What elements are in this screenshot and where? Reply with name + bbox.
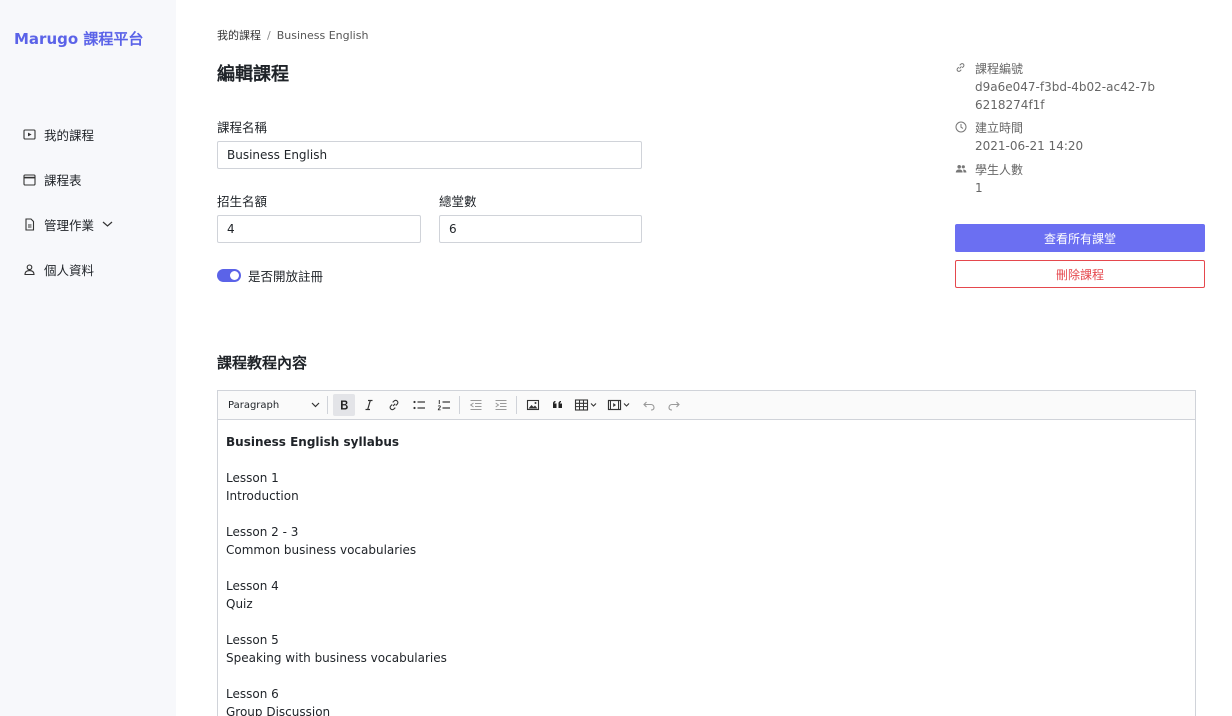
outdent-button[interactable] [465, 394, 487, 416]
brand-logo[interactable]: Marugo 課程平台 [14, 28, 143, 49]
registration-toggle-label: 是否開放註冊 [248, 269, 324, 284]
bold-button[interactable] [332, 394, 355, 416]
sidebar-nav: 我的課程 課程表 管理作業 個人資料 [22, 123, 172, 303]
paragraph-format-value: Paragraph [228, 399, 280, 411]
indent-button[interactable] [490, 394, 512, 416]
sidebar-item-manage-assignments[interactable]: 管理作業 [22, 213, 172, 235]
breadcrumb: 我的課程 / Business English [217, 27, 368, 43]
insert-table-button[interactable] [572, 394, 602, 416]
editor-content[interactable]: Business English syllabus Lesson 1 Introdu… [218, 420, 1195, 716]
indent-icon [494, 400, 506, 410]
main-content: 我的課程 / Business English 編輯課程 課程名稱 招生名額 總堂數… [176, 0, 1232, 716]
insert-media-button[interactable] [605, 394, 635, 416]
editor-blank-line [226, 613, 1187, 631]
editor-paragraph: Common business vocabularies [226, 543, 417, 557]
numbered-list-icon [437, 400, 450, 411]
editor-toolbar: Paragraph [218, 391, 1195, 420]
users-icon [955, 161, 975, 197]
link-icon [389, 399, 398, 411]
editor-blank-line [226, 667, 1187, 685]
sidebar-item-profile[interactable]: 個人資料 [22, 258, 172, 280]
sessions-input[interactable] [439, 215, 642, 243]
sidebar-item-schedule[interactable]: 課程表 [22, 168, 172, 190]
created-time-block: 建立時間 2021-06-21 14:20 [955, 119, 1185, 155]
page-title: 編輯課程 [217, 64, 289, 85]
registration-toggle-row[interactable]: 是否開放註冊 [217, 266, 323, 285]
sessions-label: 總堂數 [439, 194, 477, 209]
sidebar-item-label: 個人資料 [44, 262, 95, 278]
chevron-down-icon [102, 220, 113, 228]
content-section-title: 課程教程內容 [217, 354, 308, 372]
play-square-icon [22, 127, 36, 141]
italic-icon [365, 399, 372, 411]
insert-image-button[interactable] [522, 394, 544, 416]
user-icon [22, 262, 36, 276]
editor-blank-line [226, 451, 1187, 469]
image-icon [526, 399, 539, 411]
toolbar-divider [459, 396, 460, 414]
course-id-label: 課程編號 [975, 62, 1024, 76]
quota-label: 招生名額 [217, 194, 268, 209]
student-count-label: 學生人數 [975, 163, 1024, 177]
student-count-value: 1 [975, 181, 983, 195]
sidebar-item-label: 我的課程 [44, 127, 95, 143]
editor-paragraph: Lesson 5 [226, 633, 279, 647]
quote-icon [552, 401, 562, 408]
toolbar-divider [327, 396, 328, 414]
delete-course-button[interactable]: 刪除課程 [955, 260, 1205, 288]
editor-paragraph: Introduction [226, 489, 299, 503]
view-all-sessions-button[interactable]: 查看所有課堂 [955, 224, 1205, 252]
editor-paragraph: Quiz [226, 597, 253, 611]
breadcrumb-separator: / [267, 29, 271, 42]
chevron-down-icon [311, 400, 320, 411]
toggle-knob [230, 271, 239, 280]
table-icon [574, 399, 596, 411]
calendar-icon [22, 172, 36, 186]
link-button[interactable] [383, 394, 405, 416]
editor-blank-line [226, 505, 1187, 523]
course-name-label: 課程名稱 [217, 120, 268, 135]
course-id-value: d9a6e047-f3bd-4b02-ac42-7b6218274f1f [975, 80, 1155, 112]
toolbar-divider [516, 396, 517, 414]
undo-button[interactable] [638, 394, 660, 416]
registration-toggle[interactable] [217, 269, 241, 282]
sidebar-item-label: 課程表 [44, 172, 82, 188]
sidebar: Marugo 課程平台 我的課程 課程表 管理作業 個人資料 [0, 0, 176, 716]
redo-icon [667, 401, 680, 411]
paragraph-format-select[interactable]: Paragraph [224, 394, 324, 416]
editor-blank-line [226, 559, 1187, 577]
media-icon [607, 399, 629, 411]
sidebar-item-label: 管理作業 [44, 217, 95, 233]
italic-button[interactable] [358, 394, 380, 416]
breadcrumb-parent-link[interactable]: 我的課程 [217, 29, 261, 42]
editor-paragraph: Lesson 1 [226, 471, 279, 485]
editor-paragraph: Group Discussion [226, 705, 331, 716]
rich-text-editor: Paragraph Business English syllabus Less… [217, 390, 1196, 716]
editor-paragraph: Lesson 2 - 3 [226, 525, 299, 539]
block-quote-button[interactable] [547, 394, 569, 416]
editor-paragraph: Speaking with business vocabularies [226, 651, 447, 665]
bulleted-list-button[interactable] [408, 394, 430, 416]
link-icon [955, 60, 975, 114]
editor-paragraph: Business English syllabus [226, 435, 400, 449]
outdent-icon [469, 400, 481, 410]
course-id-block: 課程編號 d9a6e047-f3bd-4b02-ac42-7b6218274f1… [955, 60, 1185, 114]
created-time-label: 建立時間 [975, 121, 1024, 135]
course-name-input[interactable] [217, 141, 642, 169]
editor-paragraph: Lesson 4 [226, 579, 279, 593]
student-count-block: 學生人數 1 [955, 161, 1185, 197]
sidebar-item-my-courses[interactable]: 我的課程 [22, 123, 172, 145]
undo-icon [642, 401, 655, 411]
numbered-list-button[interactable] [433, 394, 455, 416]
editor-paragraph: Lesson 6 [226, 687, 279, 701]
breadcrumb-current: Business English [276, 29, 369, 42]
quota-input[interactable] [217, 215, 421, 243]
bold-icon [340, 400, 348, 410]
redo-button[interactable] [663, 394, 685, 416]
bulleted-list-icon [412, 400, 425, 410]
created-time-value: 2021-06-21 14:20 [975, 139, 1084, 153]
document-icon [22, 217, 36, 231]
clock-icon [955, 119, 975, 155]
